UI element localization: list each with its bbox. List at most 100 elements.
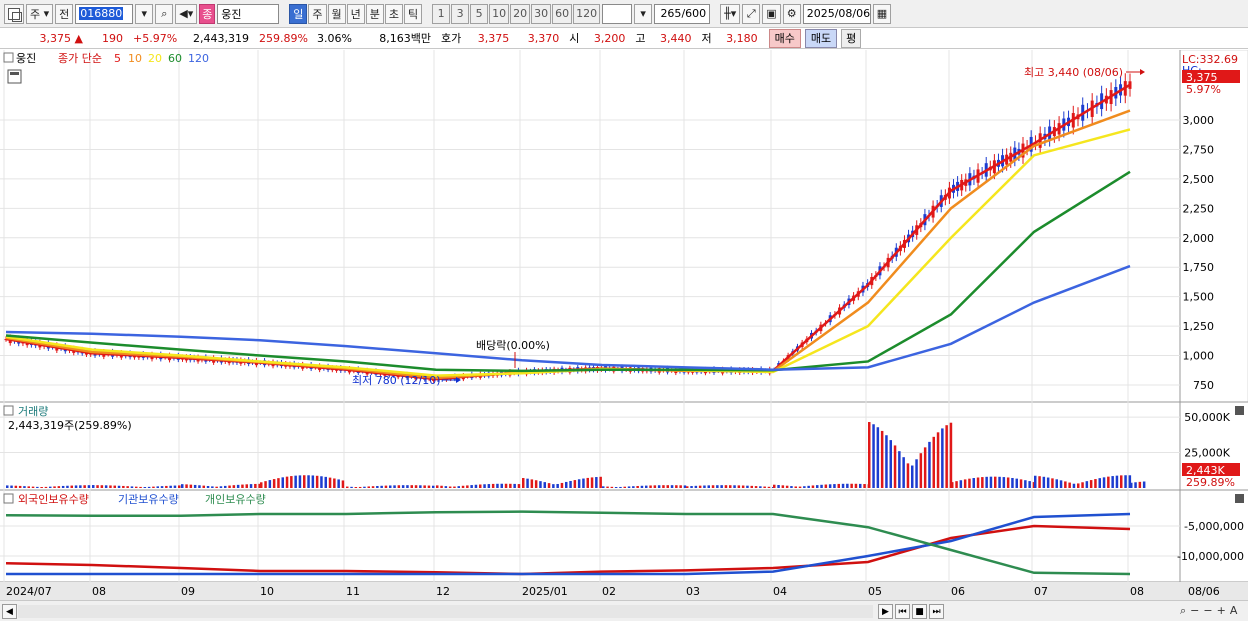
zoom-reset-icon[interactable]: − — [1203, 604, 1212, 618]
code-dropdown-icon[interactable]: ▾ — [135, 3, 154, 24]
volume-bar — [1130, 482, 1133, 488]
period-month-tab[interactable]: 월 — [327, 3, 346, 24]
x-tick-label: 05 — [868, 585, 882, 598]
first-page-icon[interactable]: ⏮ — [895, 604, 910, 619]
volume-bar — [846, 483, 849, 488]
stock-code-input[interactable]: 016880 — [75, 3, 134, 24]
font-size-icon[interactable]: A — [1230, 604, 1238, 618]
custom-interval-input[interactable] — [602, 3, 633, 24]
sell-button[interactable]: 매도 — [804, 28, 838, 48]
volume-bar — [358, 486, 362, 488]
volume-bar — [10, 485, 13, 488]
volume-panel-close-icon[interactable] — [1235, 406, 1244, 415]
interval-10-button[interactable]: 10 — [489, 3, 510, 24]
period-day-tab[interactable]: 일 — [289, 3, 308, 24]
volume-bar — [949, 422, 953, 488]
volume-bar — [53, 486, 56, 488]
volume-bar — [898, 451, 901, 488]
volume-panel-menu-icon[interactable] — [3, 405, 14, 416]
volume-bar — [1059, 480, 1063, 488]
volume-bar — [573, 480, 577, 488]
interval-3-button[interactable]: 3 — [451, 3, 470, 24]
volume-bar — [241, 484, 244, 488]
stock-chart[interactable]: 3,000 2,750 2,500 2,250 2,000 1,750 1,500 1,250… — [0, 49, 1248, 600]
zoom-in-icon[interactable]: + — [1217, 604, 1226, 618]
volume-bar — [746, 485, 749, 488]
interval-1-button[interactable]: 1 — [432, 3, 451, 24]
volume-bar — [1011, 477, 1014, 488]
count-input[interactable]: 265/600 — [654, 3, 711, 24]
volume-bar — [165, 485, 168, 488]
calculator-icon[interactable] — [7, 69, 22, 84]
volume-bar — [337, 479, 340, 488]
volume-bar — [963, 479, 967, 488]
volume-bar — [1102, 477, 1106, 488]
stock-name-field[interactable]: 웅진 — [217, 3, 280, 24]
candle-type-icon[interactable]: ╫▾ — [720, 3, 741, 24]
ma-legend-60: 60 — [168, 52, 182, 65]
volume-bar — [811, 485, 815, 488]
holdings-line-1 — [6, 512, 1131, 576]
period-year-tab[interactable]: 년 — [346, 3, 365, 24]
volume-bar — [794, 486, 797, 488]
calendar-icon[interactable]: ▦ — [872, 3, 892, 24]
volume-bar — [720, 485, 723, 488]
zoom-search-icon[interactable]: ⌕ — [1180, 604, 1186, 618]
interval-5-button[interactable]: 5 — [470, 3, 489, 24]
holdings-panel-close-icon[interactable] — [1235, 494, 1244, 503]
period-tick-tab[interactable]: 틱 — [404, 3, 423, 24]
x-tick-label: 08 — [92, 585, 106, 598]
high-annotation: 최고 3,440 (08/06) — [1024, 66, 1123, 79]
zoom-out-icon[interactable]: − — [1190, 604, 1199, 618]
volume-bar — [491, 483, 495, 488]
sound-icon[interactable]: ◀▾ — [175, 3, 198, 24]
period-second-tab[interactable]: 초 — [384, 3, 404, 24]
period-week-tab[interactable]: 주 — [308, 3, 327, 24]
draw-tool-icon[interactable]: ⤢ — [742, 3, 761, 24]
last-page-icon[interactable]: ⏭ — [929, 604, 944, 619]
volume-bar — [716, 485, 719, 488]
interval-60-button[interactable]: 60 — [552, 3, 573, 24]
interval-30-button[interactable]: 30 — [531, 3, 552, 24]
period-minute-tab[interactable]: 분 — [365, 3, 384, 24]
save-icon[interactable]: ▣ — [762, 3, 781, 24]
volume-bar — [1124, 475, 1127, 488]
volume-bar — [87, 485, 91, 488]
volume-tick-label: 25,000K — [1184, 447, 1230, 460]
holdings-panel-menu-icon[interactable] — [3, 493, 14, 504]
interval-20-button[interactable]: 20 — [510, 3, 531, 24]
volume-bar — [406, 485, 409, 488]
volume-bar — [666, 485, 669, 488]
range-button[interactable]: 전 — [55, 3, 74, 24]
eval-button[interactable]: 평 — [841, 28, 862, 48]
buy-button[interactable]: 매수 — [768, 28, 801, 48]
volume-bar — [311, 475, 315, 488]
volume-panel-title: 거래량 — [18, 405, 48, 418]
volume-bar — [928, 441, 931, 488]
scroll-track[interactable] — [18, 605, 873, 618]
volume-bar — [729, 485, 732, 488]
volume-bar — [189, 484, 193, 488]
type-select[interactable]: 주 ▾ — [26, 3, 54, 24]
scroll-left-icon[interactable]: ◀ — [2, 604, 17, 619]
volume-bar — [40, 487, 43, 488]
volume-bar — [552, 484, 555, 488]
stop-icon[interactable]: ■ — [912, 604, 927, 619]
volume-ratio: 259.89% — [259, 31, 308, 45]
interval-dropdown-icon[interactable]: ▾ — [634, 3, 653, 24]
gear-icon[interactable]: ⚙ — [782, 3, 801, 24]
window-menu-icon[interactable] — [4, 3, 24, 24]
x-tick-label: 03 — [686, 585, 700, 598]
interval-120-button[interactable]: 120 — [573, 3, 601, 24]
search-icon[interactable]: ⌕ — [155, 3, 174, 24]
volume-bar — [1002, 477, 1006, 488]
volume-pct-tag: 259.89% — [1186, 476, 1235, 489]
date-input[interactable]: 2025/08/06 — [802, 3, 871, 24]
volume-bar — [1085, 481, 1089, 488]
volume-bar — [79, 485, 82, 488]
scroll-right-icon[interactable]: ▶ — [878, 604, 893, 619]
price-tick-label: 2,250 — [1183, 202, 1215, 215]
volume-bar — [543, 482, 546, 488]
x-tick-label: 12 — [436, 585, 450, 598]
volume-bar — [181, 484, 184, 488]
